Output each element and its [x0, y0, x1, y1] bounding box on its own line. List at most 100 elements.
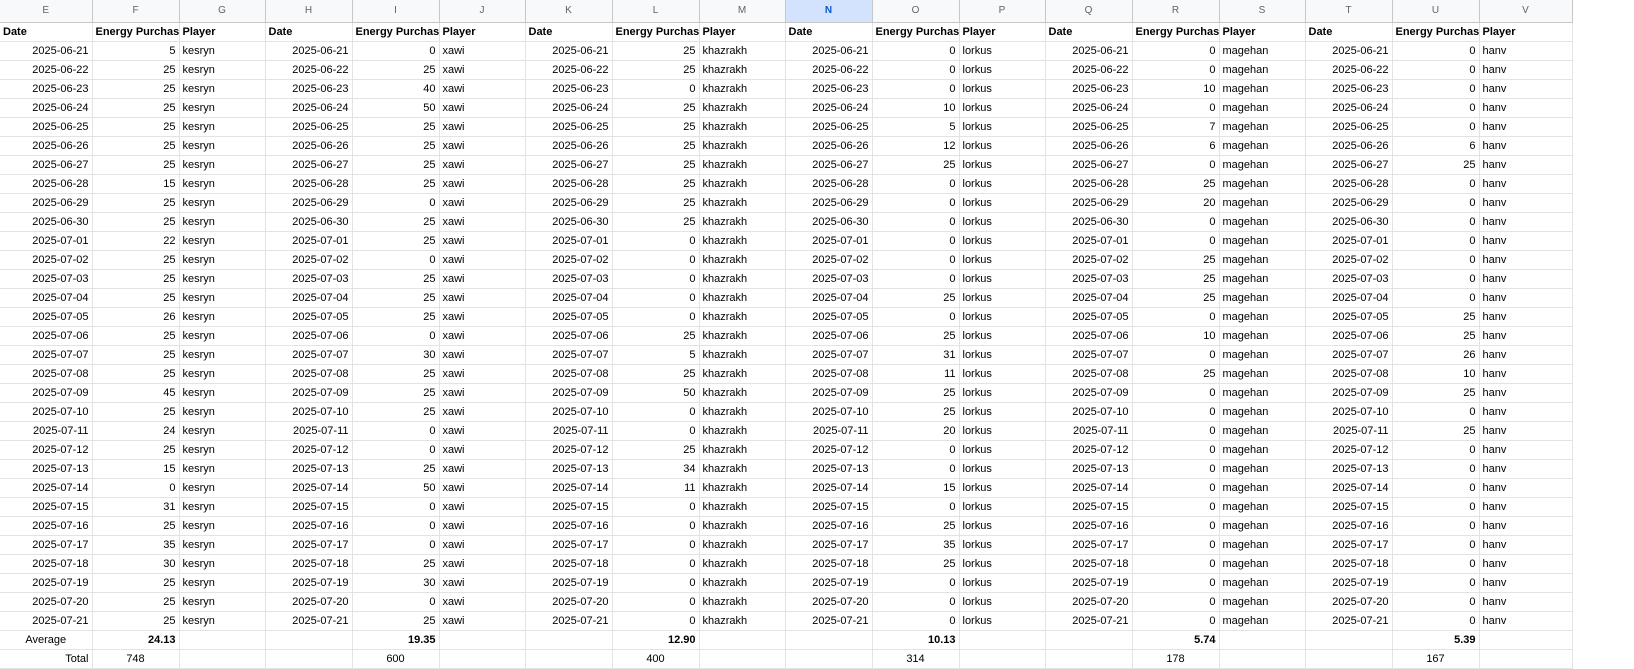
date-cell[interactable]: 2025-07-11	[1305, 421, 1393, 441]
date-cell[interactable]: 2025-07-07	[0, 345, 93, 365]
date-cell[interactable]: 2025-06-24	[525, 98, 613, 118]
player-cell[interactable]: lorkus	[959, 459, 1046, 479]
energy-purchase-cell[interactable]: 0	[1132, 155, 1220, 175]
energy-purchase-cell[interactable]: 0	[1132, 554, 1220, 574]
total-value-cell[interactable]: 167	[1392, 649, 1480, 669]
player-cell[interactable]: kesryn	[179, 611, 266, 631]
energy-purchase-cell[interactable]: 0	[872, 573, 960, 593]
player-cell[interactable]: khazrakh	[699, 554, 786, 574]
energy-purchase-cell[interactable]: 30	[352, 345, 440, 365]
energy-purchase-cell[interactable]: 25	[92, 250, 180, 270]
empty-cell[interactable]	[1479, 649, 1573, 669]
player-cell[interactable]: xawi	[439, 421, 526, 441]
average-value-cell[interactable]: 12.90	[612, 630, 700, 650]
date-cell[interactable]: 2025-06-28	[1045, 174, 1133, 194]
energy-purchase-cell[interactable]: 25	[352, 155, 440, 175]
date-cell[interactable]: 2025-07-02	[1305, 250, 1393, 270]
player-cell[interactable]: magehan	[1219, 136, 1306, 156]
energy-purchase-cell[interactable]: 25	[92, 60, 180, 80]
date-cell[interactable]: 2025-07-01	[1045, 231, 1133, 251]
player-cell[interactable]: lorkus	[959, 345, 1046, 365]
player-cell[interactable]: kesryn	[179, 554, 266, 574]
header-cell[interactable]: Date	[785, 22, 873, 42]
player-cell[interactable]: xawi	[439, 611, 526, 631]
energy-purchase-cell[interactable]: 25	[612, 364, 700, 384]
player-cell[interactable]: hanv	[1479, 79, 1573, 99]
date-cell[interactable]: 2025-07-03	[0, 269, 93, 289]
date-cell[interactable]: 2025-06-29	[525, 193, 613, 213]
player-cell[interactable]: hanv	[1479, 497, 1573, 517]
date-cell[interactable]: 2025-07-14	[265, 478, 353, 498]
energy-purchase-cell[interactable]: 5	[612, 345, 700, 365]
player-cell[interactable]: hanv	[1479, 383, 1573, 403]
energy-purchase-cell[interactable]: 0	[1392, 212, 1480, 232]
date-cell[interactable]: 2025-07-12	[1305, 440, 1393, 460]
player-cell[interactable]: lorkus	[959, 98, 1046, 118]
date-cell[interactable]: 2025-07-12	[1045, 440, 1133, 460]
energy-purchase-cell[interactable]: 25	[352, 136, 440, 156]
date-cell[interactable]: 2025-07-01	[785, 231, 873, 251]
energy-purchase-cell[interactable]: 25	[92, 117, 180, 137]
date-cell[interactable]: 2025-07-17	[785, 535, 873, 555]
player-cell[interactable]: hanv	[1479, 554, 1573, 574]
header-cell[interactable]: Date	[1305, 22, 1393, 42]
average-value-cell[interactable]: 10.13	[872, 630, 960, 650]
player-cell[interactable]: lorkus	[959, 136, 1046, 156]
date-cell[interactable]: 2025-07-20	[785, 592, 873, 612]
empty-cell[interactable]	[525, 649, 613, 669]
player-cell[interactable]: khazrakh	[699, 60, 786, 80]
date-cell[interactable]: 2025-07-15	[1045, 497, 1133, 517]
player-cell[interactable]: kesryn	[179, 497, 266, 517]
player-cell[interactable]: magehan	[1219, 269, 1306, 289]
player-cell[interactable]: khazrakh	[699, 250, 786, 270]
player-cell[interactable]: xawi	[439, 383, 526, 403]
player-cell[interactable]: khazrakh	[699, 288, 786, 308]
energy-purchase-cell[interactable]: 12	[872, 136, 960, 156]
total-value-cell[interactable]: 748	[92, 649, 180, 669]
player-cell[interactable]: kesryn	[179, 459, 266, 479]
energy-purchase-cell[interactable]: 22	[92, 231, 180, 251]
energy-purchase-cell[interactable]: 25	[92, 269, 180, 289]
energy-purchase-cell[interactable]: 25	[872, 155, 960, 175]
player-cell[interactable]: hanv	[1479, 269, 1573, 289]
date-cell[interactable]: 2025-07-06	[1045, 326, 1133, 346]
energy-purchase-cell[interactable]: 25	[612, 440, 700, 460]
column-header-l[interactable]: L	[612, 0, 700, 23]
player-cell[interactable]: kesryn	[179, 535, 266, 555]
energy-purchase-cell[interactable]: 0	[1392, 231, 1480, 251]
player-cell[interactable]: magehan	[1219, 383, 1306, 403]
date-cell[interactable]: 2025-07-05	[1305, 307, 1393, 327]
date-cell[interactable]: 2025-07-17	[525, 535, 613, 555]
date-cell[interactable]: 2025-07-05	[0, 307, 93, 327]
energy-purchase-cell[interactable]: 25	[92, 364, 180, 384]
energy-purchase-cell[interactable]: 0	[352, 440, 440, 460]
header-cell[interactable]: Energy Purchase	[612, 22, 700, 42]
date-cell[interactable]: 2025-07-20	[525, 592, 613, 612]
date-cell[interactable]: 2025-06-21	[0, 41, 93, 61]
date-cell[interactable]: 2025-06-22	[0, 60, 93, 80]
total-value-cell[interactable]: 600	[352, 649, 440, 669]
energy-purchase-cell[interactable]: 0	[612, 516, 700, 536]
date-cell[interactable]: 2025-06-27	[525, 155, 613, 175]
player-cell[interactable]: hanv	[1479, 41, 1573, 61]
column-header-e[interactable]: E	[0, 0, 93, 23]
date-cell[interactable]: 2025-07-04	[525, 288, 613, 308]
energy-purchase-cell[interactable]: 0	[1132, 535, 1220, 555]
date-cell[interactable]: 2025-07-10	[785, 402, 873, 422]
player-cell[interactable]: xawi	[439, 212, 526, 232]
energy-purchase-cell[interactable]: 26	[92, 307, 180, 327]
player-cell[interactable]: hanv	[1479, 345, 1573, 365]
energy-purchase-cell[interactable]: 25	[92, 326, 180, 346]
player-cell[interactable]: khazrakh	[699, 573, 786, 593]
player-cell[interactable]: kesryn	[179, 307, 266, 327]
energy-purchase-cell[interactable]: 0	[1392, 117, 1480, 137]
energy-purchase-cell[interactable]: 0	[872, 459, 960, 479]
player-cell[interactable]: xawi	[439, 79, 526, 99]
empty-cell[interactable]	[1479, 630, 1573, 650]
energy-purchase-cell[interactable]: 0	[872, 269, 960, 289]
date-cell[interactable]: 2025-07-10	[1045, 402, 1133, 422]
energy-purchase-cell[interactable]: 0	[1392, 288, 1480, 308]
energy-purchase-cell[interactable]: 40	[352, 79, 440, 99]
energy-purchase-cell[interactable]: 0	[1392, 440, 1480, 460]
date-cell[interactable]: 2025-06-21	[1045, 41, 1133, 61]
